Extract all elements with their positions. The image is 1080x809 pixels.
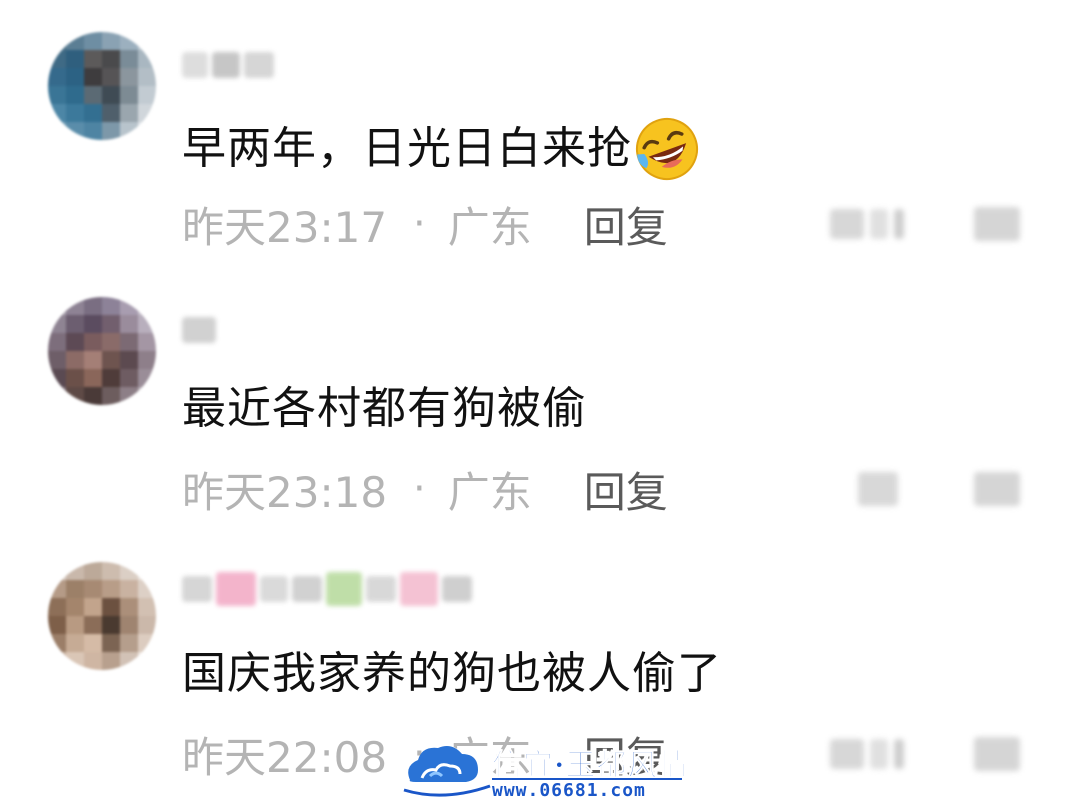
meta-separator: ·	[413, 466, 426, 512]
comment-meta: 昨天23:18 · 广东 回复	[182, 461, 668, 517]
comment-time: 昨天23:17	[182, 202, 388, 252]
comment-time: 昨天22:08	[182, 732, 388, 782]
comment-text-label: 最近各村都有狗被偷	[182, 383, 587, 434]
comment-text-label: 早两年，日光日白来抢	[182, 123, 632, 174]
cloud-logo-icon	[403, 744, 491, 797]
comment-item: 最近各村都有狗被偷 昨天23:18 · 广东 回复	[0, 265, 1080, 530]
avatar[interactable]	[48, 297, 156, 405]
comment-location: 广东	[447, 467, 532, 517]
username-redacted[interactable]	[182, 315, 216, 345]
comment-location: 广东	[447, 202, 532, 252]
comment-meta: 昨天23:17 · 广东 回复	[182, 196, 668, 252]
username-redacted[interactable]	[182, 572, 472, 606]
comment-text-label: 国庆我家养的狗也被人偷了	[182, 648, 722, 699]
like-count-redacted[interactable]	[830, 204, 904, 244]
site-watermark: 信宜·玉都风情 www.06681.com	[400, 740, 690, 804]
avatar[interactable]	[48, 32, 156, 140]
like-icon-redacted[interactable]	[858, 469, 898, 509]
username-redacted[interactable]	[182, 50, 274, 80]
dislike-icon-redacted[interactable]	[974, 204, 1020, 244]
like-count-redacted[interactable]	[830, 734, 904, 774]
comment-time: 昨天23:18	[182, 467, 388, 517]
comment-text: 国庆我家养的狗也被人偷了	[182, 646, 722, 702]
reply-button[interactable]: 回复	[584, 459, 668, 520]
laughing-crying-emoji-icon	[634, 116, 700, 182]
avatar[interactable]	[48, 562, 156, 670]
watermark-url: www.06681.com	[492, 780, 646, 801]
dislike-icon-redacted[interactable]	[974, 469, 1020, 509]
comment-item: 早两年，日光日白来抢 昨天23:17 · 广东 回复	[0, 0, 1080, 265]
reply-button[interactable]: 回复	[584, 194, 668, 255]
comment-text: 早两年，日光日白来抢	[182, 116, 700, 182]
dislike-icon-redacted[interactable]	[974, 734, 1020, 774]
meta-separator: ·	[413, 201, 426, 247]
comment-text: 最近各村都有狗被偷	[182, 381, 587, 437]
